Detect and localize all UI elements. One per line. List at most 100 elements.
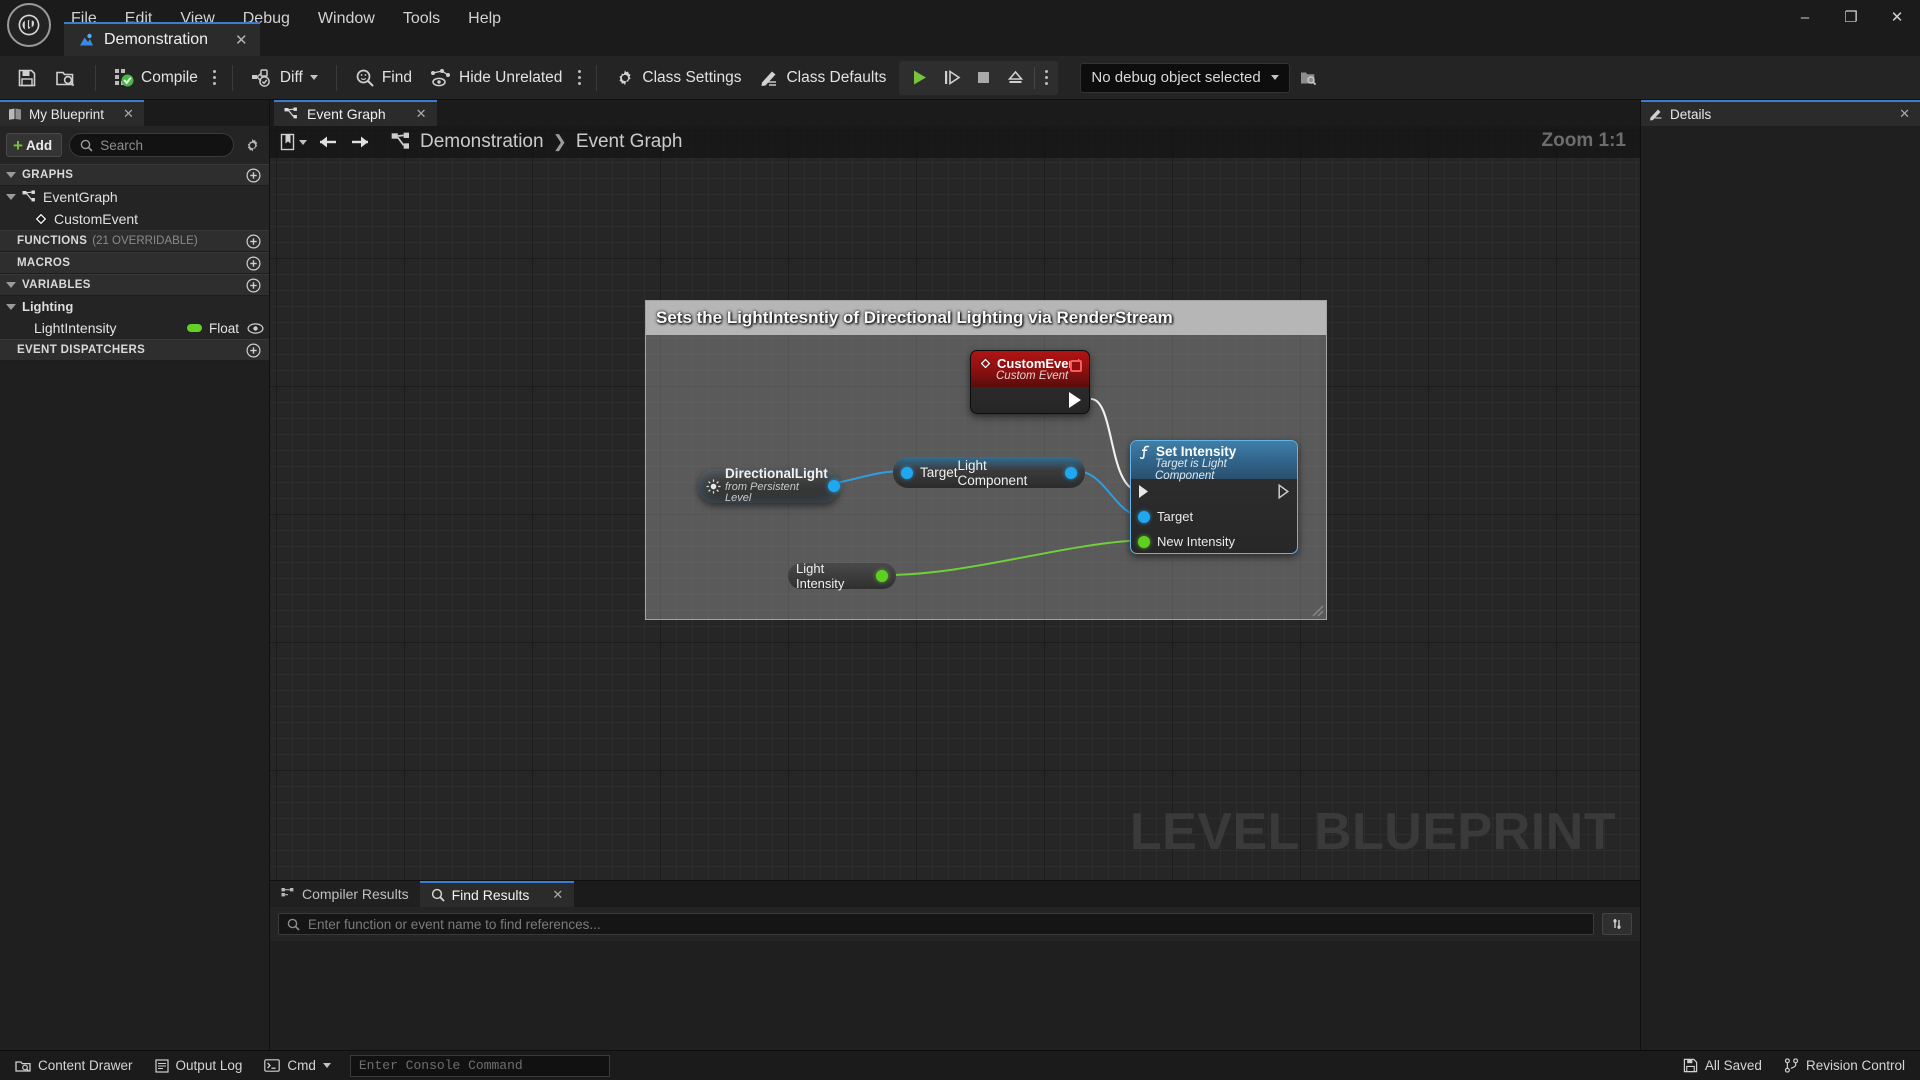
tree-item-eventgraph[interactable]: EventGraph [0, 186, 269, 208]
variable-row-lightintensity[interactable]: LightIntensity Float [0, 317, 269, 339]
add-macro-button[interactable] [246, 256, 261, 271]
hide-unrelated-button[interactable]: Hide Unrelated [421, 61, 571, 95]
light-component-output-pin[interactable] [1065, 467, 1077, 479]
play-controls-group [899, 61, 1058, 95]
section-macros[interactable]: MACROS [0, 252, 269, 274]
search-input[interactable]: Search [69, 133, 234, 157]
tab-details[interactable]: Details ✕ [1641, 100, 1920, 126]
find-button[interactable]: Find [346, 61, 421, 95]
tab-compiler-results[interactable]: Compiler Results [270, 881, 420, 907]
section-event-dispatchers[interactable]: EVENT DISPATCHERS [0, 339, 269, 361]
comment-resize-handle[interactable] [1310, 603, 1324, 617]
add-event-dispatcher-button[interactable] [246, 343, 261, 358]
diff-label: Diff [280, 69, 303, 87]
browse-content-icon [55, 68, 77, 88]
close-icon[interactable]: ✕ [1899, 106, 1910, 122]
output-log-button[interactable]: Output Log [146, 1054, 252, 1078]
comment-node-titlebar[interactable]: Sets the LightIntesntiy of Directional L… [646, 301, 1326, 335]
variable-category-lighting[interactable]: Lighting [0, 296, 269, 317]
add-function-button[interactable] [246, 234, 261, 249]
event-graph-icon [284, 107, 299, 122]
step-button[interactable] [935, 62, 967, 94]
class-settings-button[interactable]: Class Settings [606, 61, 750, 95]
revision-control-icon [1784, 1058, 1799, 1073]
section-functions-label: FUNCTIONS [17, 235, 87, 247]
target-input-pin[interactable] [1138, 511, 1150, 523]
event-graph-canvas[interactable]: Demonstration ❯ Event Graph Zoom 1:1 LEV… [270, 126, 1640, 880]
node-light-intensity-variable[interactable]: Light Intensity [788, 563, 896, 589]
section-functions[interactable]: FUNCTIONS (21 OVERRIDABLE) [0, 230, 269, 252]
browse-content-button[interactable] [46, 61, 86, 95]
status-bar-right: All Saved Revision Control [1674, 1054, 1914, 1078]
tab-my-blueprint[interactable]: My Blueprint ✕ [0, 100, 144, 126]
close-icon[interactable]: ✕ [235, 31, 248, 49]
node-light-component[interactable]: Target Light Component [893, 457, 1085, 488]
document-tab-demonstration[interactable]: Demonstration ✕ [64, 22, 260, 56]
breadcrumb-item-event-graph[interactable]: Event Graph [576, 131, 683, 153]
cmd-selector-button[interactable]: Cmd [255, 1054, 340, 1078]
target-input-pin[interactable] [901, 467, 913, 479]
node-custom-event-header: CustomEvent Custom Event [971, 351, 1089, 387]
add-graph-button[interactable] [246, 168, 261, 183]
add-variable-button[interactable] [246, 278, 261, 293]
exec-output-pin[interactable] [1278, 484, 1290, 499]
compile-button[interactable]: Compile [105, 61, 207, 95]
breadcrumb-item-demonstration[interactable]: Demonstration [420, 131, 544, 153]
revision-control-label: Revision Control [1806, 1058, 1905, 1073]
menu-tools[interactable]: Tools [389, 4, 454, 34]
variable-category-label: Lighting [22, 299, 73, 314]
document-tab-label: Demonstration [104, 31, 208, 49]
menu-window[interactable]: Window [304, 4, 389, 34]
bookmark-button[interactable] [276, 129, 311, 155]
maximize-button[interactable]: ❐ [1828, 0, 1874, 34]
node-set-intensity-title: Set Intensity [1156, 444, 1236, 459]
tab-event-graph[interactable]: Event Graph ✕ [274, 100, 437, 126]
close-icon[interactable]: ✕ [416, 106, 427, 122]
menu-help[interactable]: Help [454, 4, 515, 34]
find-label: Find [382, 69, 412, 87]
find-results-filter-button[interactable] [1602, 913, 1632, 935]
diff-button[interactable]: Diff [242, 61, 327, 95]
class-defaults-button[interactable]: Class Defaults [750, 61, 895, 95]
save-button[interactable] [8, 61, 46, 95]
add-button[interactable]: + Add [6, 133, 62, 157]
revision-control-button[interactable]: Revision Control [1775, 1054, 1914, 1078]
float-output-pin[interactable] [876, 570, 888, 582]
debug-object-select[interactable]: No debug object selected [1080, 63, 1289, 93]
back-button[interactable] [313, 129, 343, 155]
content-drawer-button[interactable]: Content Drawer [6, 1054, 142, 1078]
node-custom-event[interactable]: CustomEvent Custom Event [970, 350, 1090, 414]
save-icon [17, 68, 37, 88]
hide-unrelated-label: Hide Unrelated [459, 69, 562, 87]
play-options-button[interactable] [1038, 70, 1054, 85]
hide-unrelated-options-button[interactable] [571, 70, 587, 85]
section-variables[interactable]: VARIABLES [0, 274, 269, 296]
all-saved-label: All Saved [1705, 1058, 1762, 1073]
my-blueprint-settings-button[interactable] [241, 134, 263, 156]
forward-button[interactable] [345, 129, 375, 155]
close-icon[interactable]: ✕ [552, 887, 563, 903]
tree-item-customevent[interactable]: CustomEvent [0, 208, 269, 230]
exec-input-pin[interactable] [1138, 484, 1150, 499]
close-icon[interactable]: ✕ [123, 106, 134, 122]
stop-button[interactable] [967, 62, 999, 94]
tab-find-results[interactable]: Find Results ✕ [420, 881, 575, 907]
section-graphs[interactable]: GRAPHS [0, 164, 269, 186]
close-window-button[interactable]: ✕ [1874, 0, 1920, 34]
new-intensity-input-pin[interactable] [1138, 536, 1150, 548]
node-directional-light[interactable]: DirectionalLight from Persistent Level [698, 469, 840, 503]
browse-debug-object-button[interactable] [1290, 61, 1328, 95]
minimize-button[interactable]: – [1782, 0, 1828, 34]
exec-output-pin[interactable] [1069, 392, 1081, 408]
console-command-input[interactable]: Enter Console Command [350, 1055, 610, 1077]
eye-icon[interactable] [247, 320, 263, 336]
toolbar-divider [95, 65, 96, 91]
play-button[interactable] [903, 62, 935, 94]
compile-options-button[interactable] [207, 70, 223, 85]
all-saved-button[interactable]: All Saved [1674, 1054, 1771, 1078]
eject-button[interactable] [999, 62, 1031, 94]
my-blueprint-toolbar: + Add Search [0, 126, 269, 164]
find-results-search-input[interactable]: Enter function or event name to find ref… [278, 913, 1594, 935]
object-output-pin[interactable] [828, 480, 840, 492]
node-set-intensity[interactable]: Set Intensity Target is Light Component [1130, 440, 1298, 554]
